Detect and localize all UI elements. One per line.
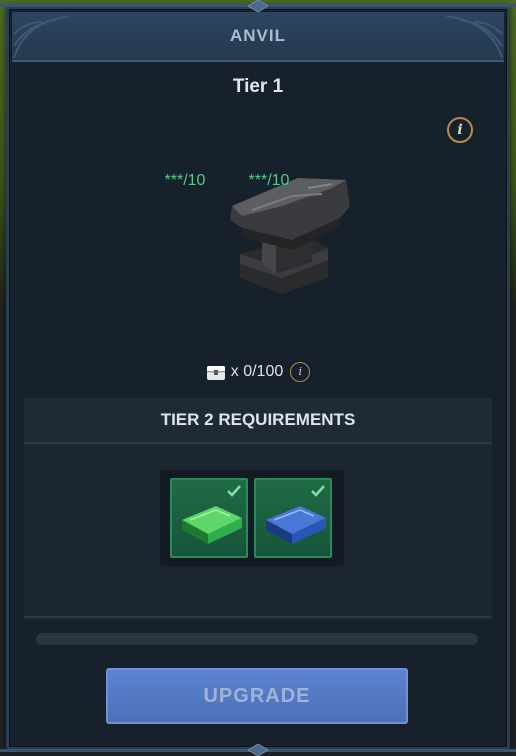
requirement-quantity: ***/10: [164, 172, 206, 189]
upgrade-button[interactable]: UPGRADE: [106, 668, 408, 724]
requirement-quantity: ***/10: [248, 172, 290, 189]
capacity-row: x 0/100 i: [0, 360, 516, 384]
title-bar: ANVIL: [12, 12, 504, 62]
tier-title: Tier 1: [232, 76, 284, 97]
requirement-item-blue-bar[interactable]: [254, 478, 332, 558]
chest-icon: [206, 366, 225, 380]
requirements-panel: TIER 2 REQUIREMENTS: [24, 398, 492, 620]
requirements-header: TIER 2 REQUIREMENTS: [24, 398, 492, 444]
check-icon: [311, 485, 325, 497]
upgrade-progress-bar: [36, 633, 478, 645]
window-title: ANVIL: [230, 26, 286, 45]
frame-bottom-ornament: [0, 744, 516, 756]
frame-top-ornament: [0, 0, 516, 12]
requirement-item-green-bar[interactable]: [170, 478, 248, 558]
capacity-info-button[interactable]: i: [290, 362, 311, 382]
capacity-text: x 0/100: [230, 363, 284, 380]
info-button[interactable]: i: [447, 117, 473, 143]
requirements-items: [160, 470, 344, 566]
green-bar-icon: [182, 506, 242, 544]
requirements-divider: [24, 616, 492, 618]
check-icon: [227, 485, 241, 497]
blue-bar-icon: [266, 506, 326, 544]
